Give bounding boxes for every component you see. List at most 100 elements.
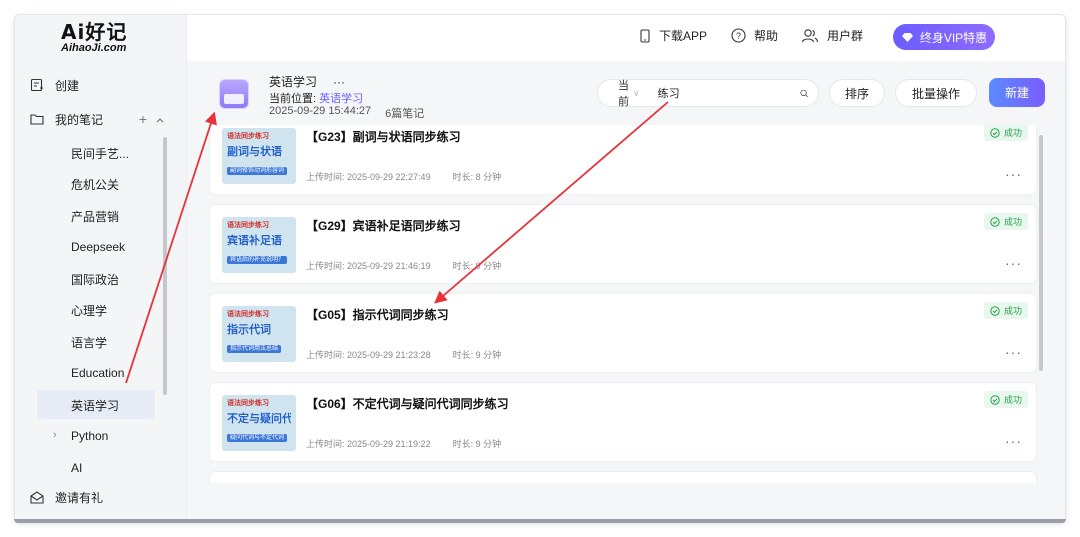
thumb-title: 指示代词 [227, 324, 271, 336]
note-thumbnail: 语法同步练习 宾语补足语 宾语后的补充说明？ [222, 217, 296, 273]
status-badge: 成功 [983, 125, 1028, 141]
sidebar-scrollbar[interactable] [163, 137, 167, 395]
sidebar-item-label: 创建 [55, 78, 80, 93]
folder-item[interactable]: 心理学 [71, 296, 107, 324]
search-input[interactable] [657, 87, 800, 99]
note-duration: 时长: 9 分钟 [452, 261, 502, 271]
chevron-up-icon[interactable] [155, 111, 165, 128]
create-note-icon [29, 77, 45, 93]
sidebar-item-label: 邀请有礼 [55, 490, 104, 505]
note-card[interactable]: 语法同步练习 宾语补足语 宾语后的补充说明？ 【G29】宾语补足语同步练习 上传… [209, 204, 1037, 284]
search-scope-select[interactable]: 当前 ∨ [618, 77, 640, 109]
note-card-partial[interactable] [209, 471, 1037, 483]
folder-created-time: 2025-09-29 15:44:27 [269, 105, 372, 117]
status-label: 成功 [1003, 306, 1022, 316]
thumb-title: 宾语补足语 [227, 235, 282, 247]
search-icon[interactable] [800, 87, 808, 100]
folder-item[interactable]: 国际政治 [71, 265, 119, 293]
folder-meta: 2025-09-29 15:44:27 6篇笔记 [269, 105, 424, 121]
breadcrumb-current[interactable]: 英语学习 [319, 93, 363, 105]
folder-item[interactable]: 语言学 [71, 328, 107, 356]
status-badge: 成功 [983, 302, 1028, 319]
diamond-icon [901, 32, 913, 42]
folder-item[interactable]: 民间手艺... [71, 139, 129, 167]
sidebar-item-my-notes[interactable]: 我的笔记 + [15, 105, 187, 133]
thumb-title: 不定与疑问代词 [227, 413, 291, 425]
breadcrumb-label: 当前位置: [269, 93, 317, 105]
logo[interactable]: Ai好记 AihaoJi.com [61, 21, 151, 54]
folder-title: 英语学习 [269, 75, 318, 89]
thumb-caption: 语法同步练习 [227, 133, 269, 140]
help-icon: ? [731, 28, 746, 43]
note-title[interactable]: 【G23】副词与状语同步练习 [306, 128, 461, 145]
note-card[interactable]: 语法同步练习 不定与疑问代词 疑问代词与不定代词 【G06】不定代词与疑问代词同… [209, 382, 1037, 462]
more-options-button[interactable]: ··· [1005, 255, 1022, 271]
notes-list: 语法同步练习 副词与状语 副词修饰动词形容词 【G23】副词与状语同步练习 上传… [209, 125, 1037, 483]
tree-controls: + [139, 111, 165, 128]
gift-envelope-icon [29, 489, 45, 505]
add-folder-icon[interactable]: + [139, 111, 147, 128]
note-meta: 上传时间: 2025-09-29 22:27:49 时长: 8 分钟 [306, 170, 501, 183]
user-group-label: 用户群 [827, 29, 864, 43]
users-icon [801, 29, 819, 43]
help-link[interactable]: ? 帮助 [731, 27, 778, 44]
sort-button[interactable]: 排序 [829, 79, 885, 107]
app-window: Ai好记 AihaoJi.com 创建 我的笔记 + 民间手艺... 危机公关 [14, 14, 1066, 522]
folder-icon [29, 111, 45, 127]
folder-cover [219, 79, 249, 109]
folder-item[interactable]: 危机公关 [71, 170, 119, 198]
status-badge: 成功 [983, 213, 1028, 230]
vip-offer-button[interactable]: 终身VIP特惠 [893, 24, 995, 50]
download-app-label: 下载APP [659, 29, 708, 43]
note-card[interactable]: 语法同步练习 指示代词 指示代词用法总结 【G05】指示代词同步练习 上传时间:… [209, 293, 1037, 373]
new-note-button[interactable]: 新建 [989, 78, 1045, 107]
thumb-tag: 疑问代词与不定代词 [227, 434, 288, 442]
note-meta: 上传时间: 2025-09-29 21:23:28 时长: 9 分钟 [306, 348, 501, 361]
thumb-tag: 指示代词用法总结 [227, 345, 282, 353]
folder-item[interactable]: Education [71, 359, 124, 387]
note-title[interactable]: 【G06】不定代词与疑问代词同步练习 [306, 395, 509, 412]
folder-item[interactable]: 产品营销 [71, 202, 119, 230]
more-options-button[interactable]: ··· [1005, 344, 1022, 360]
thumb-title: 副词与状语 [227, 146, 282, 158]
status-label: 成功 [1003, 395, 1022, 405]
sidebar-item-invite[interactable]: 邀请有礼 [15, 483, 187, 511]
search-scope-value: 当前 [618, 80, 629, 108]
folder-item[interactable]: AI [71, 454, 82, 482]
folder-title-row: 英语学习 ··· [269, 73, 345, 90]
note-upload-time: 上传时间: 2025-09-29 21:19:22 [306, 439, 431, 449]
notes-scrollbar[interactable] [1039, 135, 1043, 371]
note-title[interactable]: 【G29】宾语补足语同步练习 [306, 217, 461, 234]
user-group-link[interactable]: 用户群 [801, 27, 863, 44]
sidebar-item-create[interactable]: 创建 [15, 71, 187, 99]
note-title[interactable]: 【G05】指示代词同步练习 [306, 306, 449, 323]
note-card[interactable]: 语法同步练习 副词与状语 副词修饰动词形容词 【G23】副词与状语同步练习 上传… [209, 125, 1037, 195]
folder-item-active[interactable]: 英语学习 [71, 391, 119, 419]
help-label: 帮助 [754, 29, 779, 43]
folder-item[interactable]: Python [71, 422, 108, 450]
note-upload-time: 上传时间: 2025-09-29 21:46:19 [306, 261, 431, 271]
chevron-down-icon: ∨ [633, 87, 640, 98]
logo-text: Ai好记 [61, 20, 128, 44]
folder-note-count: 6篇笔记 [385, 108, 425, 120]
thumb-tag: 副词修饰动词形容词 [227, 167, 288, 175]
folder-item[interactable]: Deepseek [71, 233, 125, 261]
sidebar-item-label: 我的笔记 [55, 112, 104, 127]
more-options-button[interactable]: ··· [1005, 166, 1022, 182]
thumb-caption: 语法同步练习 [227, 222, 269, 229]
note-thumbnail: 语法同步练习 不定与疑问代词 疑问代词与不定代词 [222, 395, 296, 451]
batch-operation-button[interactable]: 批量操作 [895, 79, 977, 107]
check-circle-icon [990, 216, 1000, 227]
status-label: 成功 [1003, 128, 1022, 138]
folder-more-button[interactable]: ··· [333, 75, 345, 89]
top-bar: 下载APP ? 帮助 用户群 终身VIP特惠 [187, 15, 1065, 61]
more-options-button[interactable]: ··· [1005, 433, 1022, 449]
logo-domain: AihaoJi.com [61, 42, 127, 54]
download-app-link[interactable]: 下载APP [639, 27, 707, 44]
chevron-right-icon[interactable]: › [53, 429, 57, 441]
phone-icon [640, 28, 650, 43]
window-bottom-edge [14, 519, 1066, 523]
svg-text:?: ? [736, 31, 741, 41]
search-bar: 当前 ∨ [597, 77, 819, 109]
thumb-caption: 语法同步练习 [227, 400, 269, 407]
